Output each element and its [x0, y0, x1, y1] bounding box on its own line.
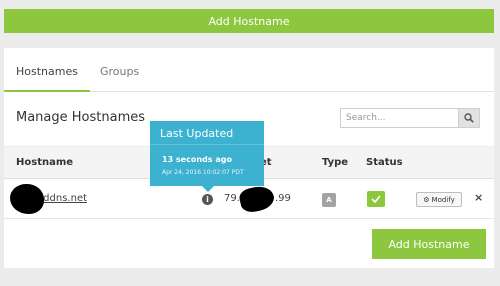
hostname-link[interactable]: .ddns.net: [40, 193, 87, 204]
record-type-badge: A: [322, 193, 336, 207]
target-ip-start: 79.: [224, 193, 240, 204]
tab-groups[interactable]: Groups: [100, 65, 139, 78]
modify-button[interactable]: ⚙ Modify: [416, 192, 462, 207]
last-updated-tooltip: Last Updated 13 seconds ago Apr 24, 2016…: [150, 121, 264, 192]
search-input[interactable]: [340, 108, 458, 128]
tab-bar: Hostnames Groups: [4, 48, 494, 92]
gear-icon: ⚙: [423, 195, 430, 204]
search-icon: [464, 113, 474, 123]
redaction-mark: [237, 183, 277, 215]
active-tab-indicator: [4, 90, 90, 92]
target-ip-end: .99: [275, 193, 291, 204]
status-check-icon: [367, 191, 385, 207]
tooltip-title: Last Updated: [150, 121, 264, 145]
info-icon[interactable]: i: [202, 194, 213, 205]
search-box: [340, 108, 480, 128]
column-header-hostname: Hostname: [16, 157, 74, 168]
redaction-mark: [10, 184, 44, 214]
column-header-status: Status: [366, 157, 403, 168]
tooltip-arrow: [202, 186, 214, 192]
tooltip-relative-time: 13 seconds ago: [162, 155, 232, 164]
add-hostname-button[interactable]: Add Hostname: [372, 229, 486, 259]
page-title: Manage Hostnames: [16, 110, 146, 125]
tab-hostnames[interactable]: Hostnames: [16, 65, 78, 78]
column-header-type: Type: [322, 157, 349, 168]
modify-label: Modify: [431, 195, 455, 204]
tooltip-timestamp: Apr 24, 2016 10:02:07 PDT: [162, 169, 244, 176]
add-hostname-top-button[interactable]: Add Hostname: [4, 9, 494, 33]
search-button[interactable]: [458, 108, 480, 128]
close-icon[interactable]: ×: [474, 191, 483, 204]
